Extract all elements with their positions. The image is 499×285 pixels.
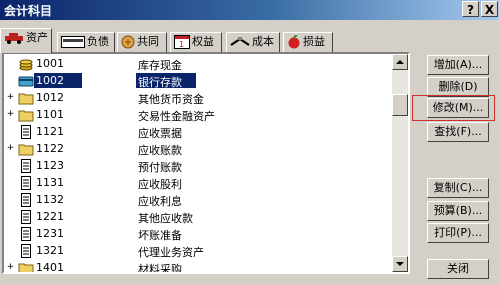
- document-icon: [18, 244, 34, 258]
- document-icon: [18, 159, 34, 173]
- account-name: 材料采购: [138, 263, 182, 274]
- account-row[interactable]: 1221 其他应收款: [4, 209, 392, 225]
- account-name: 坏账准备: [138, 229, 182, 242]
- account-row[interactable]: +1012 其他货币资金: [4, 90, 392, 106]
- document-icon: [18, 193, 34, 207]
- calendar-icon: 1: [174, 35, 190, 49]
- svg-text:1: 1: [179, 40, 184, 49]
- expand-toggle[interactable]: +: [6, 144, 15, 153]
- coin-stack-icon: [18, 57, 34, 71]
- tab-equity[interactable]: 1 权益: [170, 32, 222, 52]
- tab-cost[interactable]: 成本: [226, 32, 280, 52]
- account-code: 1002: [36, 74, 64, 87]
- tab-cost-label: 成本: [252, 35, 274, 48]
- account-code: 1401: [36, 261, 64, 274]
- account-list[interactable]: 1402在途物资+1401材料采购1321代理业务资产1231坏账准备1221其…: [2, 52, 410, 274]
- account-code: 1001: [36, 57, 64, 70]
- tab-common[interactable]: 共同: [117, 32, 167, 52]
- document-icon: [18, 227, 34, 241]
- account-name: 应收利息: [138, 195, 182, 208]
- find-button[interactable]: 查找(F)...: [427, 122, 489, 142]
- account-name: 预付账款: [138, 161, 182, 174]
- arrow-down-icon: [396, 262, 404, 266]
- window-title: 会计科目: [4, 4, 53, 18]
- tools-icon: [230, 37, 250, 46]
- account-code: 1123: [36, 159, 64, 172]
- tab-equity-label: 权益: [192, 35, 214, 48]
- hands-icon: [121, 35, 135, 49]
- car-icon: [5, 33, 23, 44]
- account-row[interactable]: +1122 应收账款: [4, 141, 392, 157]
- card-icon: [61, 36, 85, 48]
- folder-icon: [18, 91, 34, 105]
- expand-toggle[interactable]: +: [6, 93, 15, 102]
- account-row[interactable]: +1101 交易性金融资产: [4, 107, 392, 123]
- scroll-down-button[interactable]: [392, 256, 408, 272]
- copy-button[interactable]: 复制(C)...: [427, 178, 489, 198]
- close-window-button[interactable]: X: [481, 1, 498, 17]
- document-icon: [18, 176, 34, 190]
- tab-profit-loss[interactable]: 损益: [283, 32, 333, 52]
- close-button[interactable]: 关闭: [427, 259, 489, 279]
- account-name: 应收账款: [138, 144, 182, 157]
- tab-profit-loss-label: 损益: [303, 35, 325, 48]
- account-code: 1122: [36, 142, 64, 155]
- account-name: 应收股利: [138, 178, 182, 191]
- account-row[interactable]: 1321 代理业务资产: [4, 243, 392, 259]
- account-code: 1132: [36, 193, 64, 206]
- bank-card-icon: [18, 74, 34, 88]
- folder-icon: [18, 142, 34, 156]
- account-row[interactable]: 1121 应收票据: [4, 124, 392, 140]
- account-code: 1131: [36, 176, 64, 189]
- tab-assets-label: 资产: [26, 31, 48, 44]
- document-icon: [18, 210, 34, 224]
- account-name: 应收票据: [138, 127, 182, 140]
- account-row[interactable]: 1132 应收利息: [4, 192, 392, 208]
- account-name: 其他应收款: [138, 212, 193, 225]
- account-row[interactable]: 1131 应收股利: [4, 175, 392, 191]
- account-code: 1321: [36, 244, 64, 257]
- account-row[interactable]: 1231 坏账准备: [4, 226, 392, 242]
- tab-strip: 资产 负债 共同 1 权益 成本 损益: [0, 28, 420, 53]
- document-icon: [18, 125, 34, 139]
- delete-button[interactable]: 删除(D): [427, 77, 489, 97]
- account-name: 库存现金: [138, 59, 182, 72]
- account-name: 交易性金融资产: [138, 110, 215, 123]
- account-code: 1012: [36, 91, 64, 104]
- account-name: 代理业务资产: [138, 246, 204, 259]
- folder-icon: [18, 108, 34, 122]
- account-row[interactable]: 1001 库存现金: [4, 56, 392, 72]
- account-row[interactable]: 1002 银行存款: [4, 73, 392, 89]
- account-name: 其他货币资金: [138, 93, 204, 106]
- highlight-box: [412, 95, 495, 121]
- expand-toggle[interactable]: +: [6, 110, 15, 119]
- tab-liabilities[interactable]: 负债: [57, 32, 115, 52]
- print-button[interactable]: 打印(P)...: [427, 223, 489, 243]
- tab-assets[interactable]: 资产: [0, 28, 52, 53]
- budget-button[interactable]: 预算(B)...: [427, 201, 489, 221]
- vertical-scrollbar[interactable]: [392, 54, 408, 272]
- account-code: 1231: [36, 227, 64, 240]
- tab-liabilities-label: 负债: [87, 35, 109, 48]
- folder-icon: [18, 261, 34, 272]
- add-button[interactable]: 增加(A)...: [427, 55, 489, 75]
- account-code: 1121: [36, 125, 64, 138]
- expand-toggle[interactable]: +: [6, 263, 15, 272]
- title-bar: 会计科目 ? X: [0, 0, 499, 20]
- account-name: 银行存款: [138, 76, 182, 89]
- account-code: 1221: [36, 210, 64, 223]
- account-code: 1101: [36, 108, 64, 121]
- account-row[interactable]: +1401 材料采购: [4, 260, 392, 274]
- scroll-thumb[interactable]: [392, 94, 408, 116]
- tab-common-label: 共同: [137, 35, 159, 48]
- apple-icon: [288, 35, 300, 49]
- help-button[interactable]: ?: [462, 1, 479, 17]
- account-row[interactable]: 1123 预付账款: [4, 158, 392, 174]
- arrow-up-icon: [396, 60, 404, 64]
- scroll-up-button[interactable]: [392, 54, 408, 70]
